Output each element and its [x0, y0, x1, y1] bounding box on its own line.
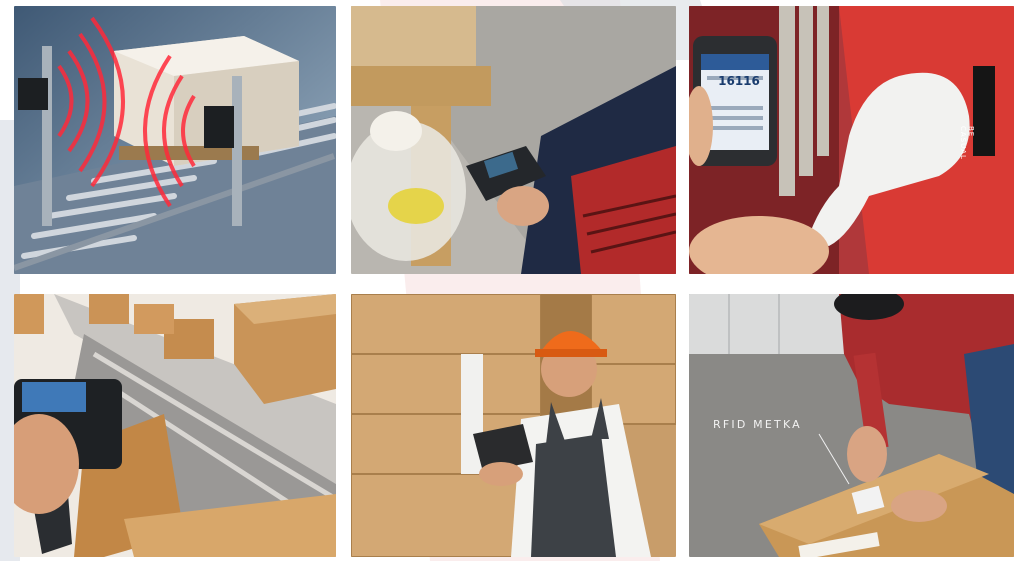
tile-barcode-scanner-conveyor [14, 294, 336, 557]
rfid-tag-label: RFID METKA [713, 418, 802, 431]
clothing-tag-text: BE CASUAL [959, 126, 975, 160]
scanner-screen-reading: 16116 [718, 74, 760, 88]
tile-box-rfid-tag: RFID METKA [689, 294, 1014, 557]
tile-warehouse-handheld-scan [351, 6, 676, 274]
tile-retail-rfid-reader: 16116 BE CASUAL [689, 6, 1014, 274]
image-grid: 16116 BE CASUAL RFID METKA [14, 6, 1014, 557]
tile-worker-tablet-inventory [351, 294, 676, 557]
tile-conveyor-rfid-gate [14, 6, 336, 274]
